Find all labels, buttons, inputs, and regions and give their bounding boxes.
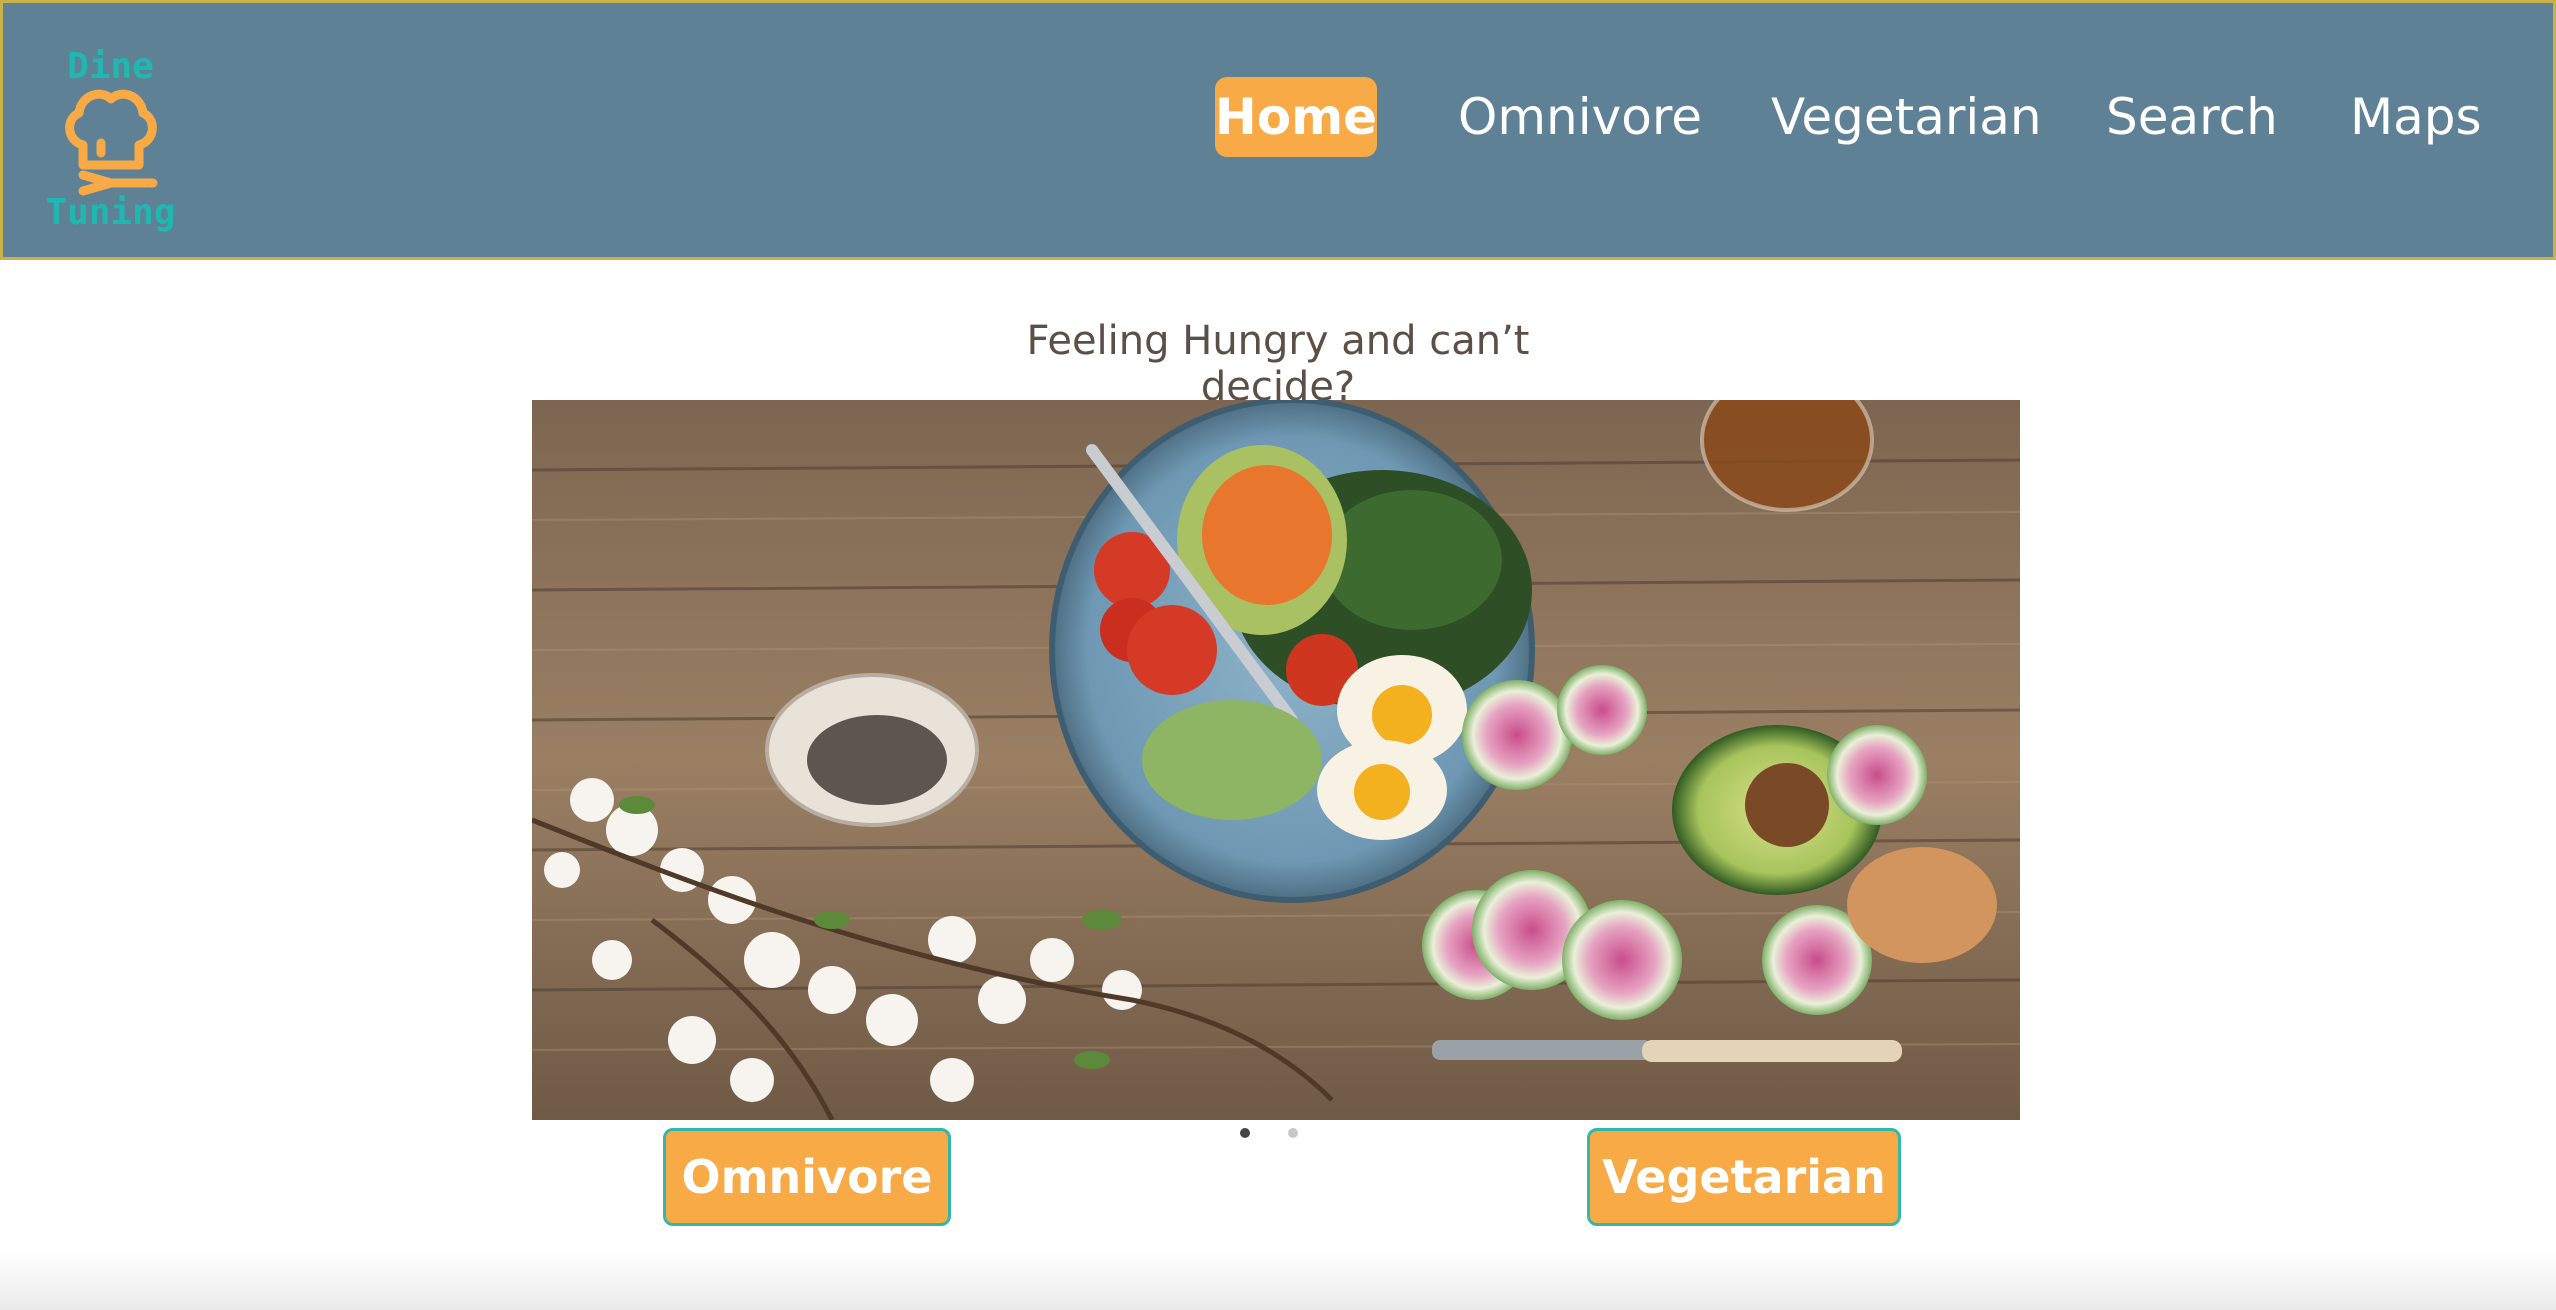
- site-header: Dine Tuning Home Omnivore Vegetarian Sea…: [0, 0, 2556, 260]
- nav-home[interactable]: Home: [1215, 77, 1377, 157]
- logo-text-top: Dine: [67, 46, 154, 87]
- omnivore-button[interactable]: Omnivore: [663, 1128, 951, 1226]
- carousel-indicators: [1240, 1128, 1298, 1138]
- vegetarian-button[interactable]: Vegetarian: [1587, 1128, 1901, 1226]
- logo[interactable]: Dine Tuning: [43, 47, 178, 243]
- nav-vegetarian[interactable]: Vegetarian: [1771, 77, 2042, 157]
- logo-text-bottom: Tuning: [45, 192, 176, 233]
- carousel-dot-1[interactable]: [1240, 1128, 1250, 1138]
- chef-hat-fork-icon: [65, 89, 158, 196]
- tagline: Feeling Hungry and can’t decide?: [1026, 318, 1530, 410]
- carousel-dot-2[interactable]: [1288, 1128, 1298, 1138]
- nav-search[interactable]: Search: [2106, 77, 2278, 157]
- carousel-slide-image[interactable]: [532, 400, 2020, 1120]
- nav-maps[interactable]: Maps: [2350, 77, 2482, 157]
- food-photo-illustration: [532, 400, 2020, 1120]
- page-bottom-shadow: [0, 1250, 2556, 1310]
- nav-omnivore[interactable]: Omnivore: [1458, 77, 1702, 157]
